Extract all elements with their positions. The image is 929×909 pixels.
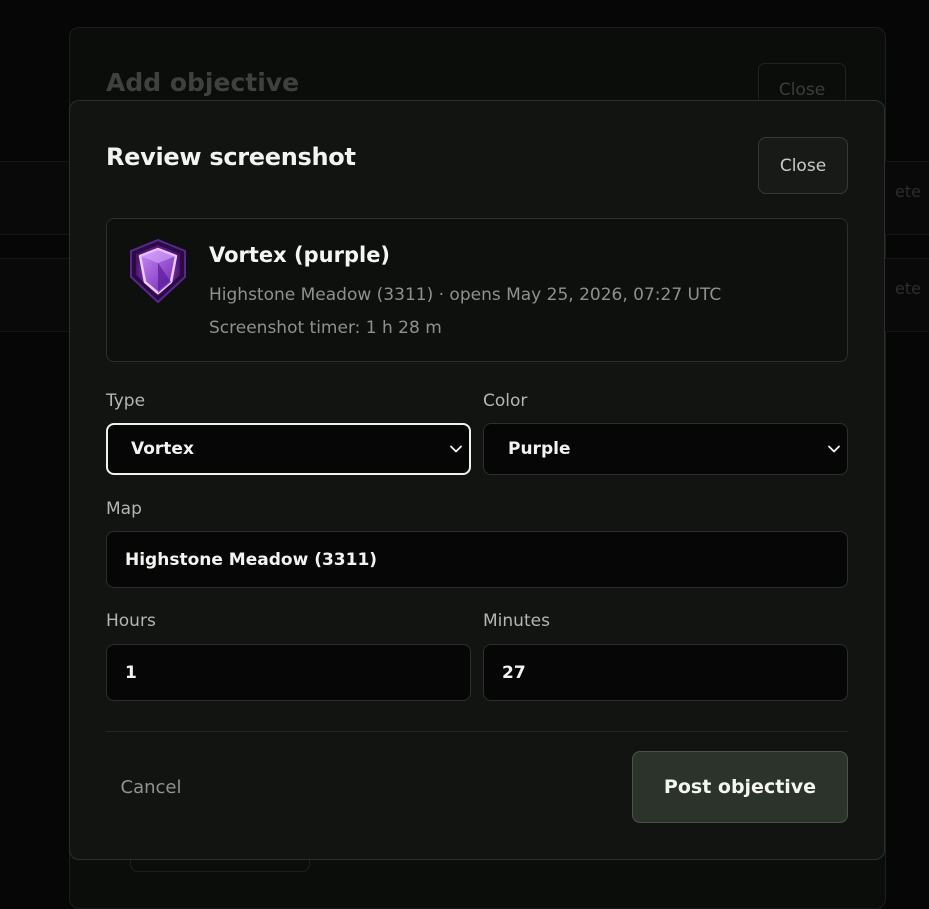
summary-timer: Screenshot timer: 1 h 28 m [209,318,442,338]
color-select[interactable]: Purple [483,423,848,475]
close-button[interactable]: Close [758,137,848,194]
review-screenshot-modal: Review screenshot Close Vortex (purple) … [69,100,885,860]
background-title: Add objective [106,68,300,97]
purple-gem-icon [130,238,186,304]
color-label: Color [483,391,528,411]
type-select[interactable]: Vortex [106,423,471,475]
chevron-down-icon [450,445,462,453]
summary-meta: Highstone Meadow (3311) · opens May 25, … [209,285,722,305]
type-label: Type [106,391,146,411]
background-row-label: ete [895,182,921,201]
minutes-label: Minutes [483,611,550,631]
objective-summary-card: Vortex (purple) Highstone Meadow (3311) … [106,218,848,362]
color-select-value: Purple [508,439,571,459]
post-objective-button[interactable]: Post objective [632,751,848,823]
footer-divider [106,731,848,732]
map-label: Map [106,499,142,519]
background-row-label: ete [895,279,921,298]
summary-title: Vortex (purple) [209,243,391,267]
map-field[interactable]: Highstone Meadow (3311) [106,531,848,588]
modal-title: Review screenshot [106,143,356,171]
hours-field[interactable]: 1 [106,644,471,701]
cancel-button[interactable]: Cancel [106,766,196,808]
hours-label: Hours [106,611,156,631]
chevron-down-icon [828,445,840,453]
minutes-field[interactable]: 27 [483,644,848,701]
type-select-value: Vortex [131,439,194,459]
